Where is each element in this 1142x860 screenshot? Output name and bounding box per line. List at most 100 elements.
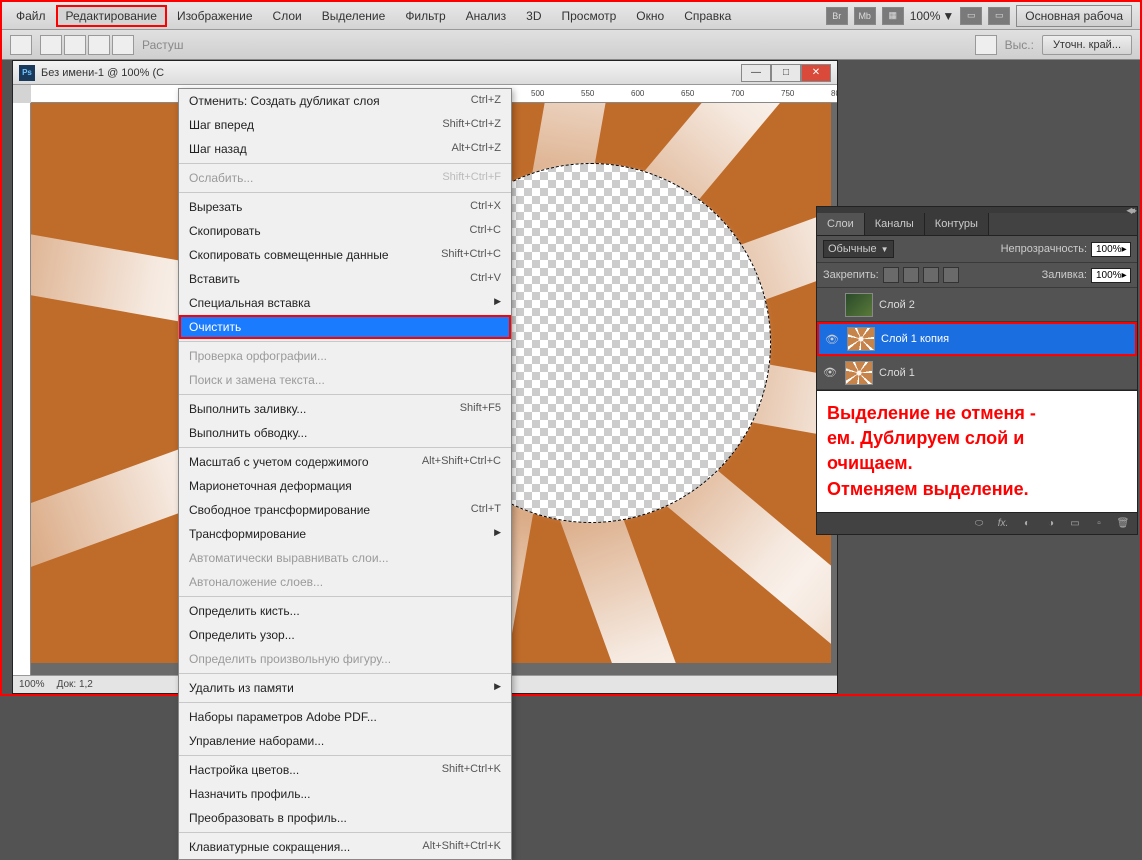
- ruler-vertical[interactable]: [13, 103, 31, 675]
- visibility-toggle[interactable]: 👁: [821, 364, 839, 382]
- menu-window[interactable]: Окно: [626, 5, 674, 27]
- fill-input[interactable]: 100%▸: [1091, 268, 1131, 283]
- layer-row[interactable]: 👁 Слой 1 копия: [817, 322, 1137, 356]
- menu-item[interactable]: Клавиатурные сокращения...Alt+Shift+Ctrl…: [179, 835, 511, 859]
- menu-item: Автоматически выравнивать слои...: [179, 546, 511, 570]
- document-titlebar[interactable]: Ps Без имени-1 @ 100% (С — □ ✕: [13, 61, 837, 85]
- tab-paths[interactable]: Контуры: [925, 213, 989, 235]
- menu-edit[interactable]: Редактирование: [56, 5, 167, 27]
- minimize-button[interactable]: —: [741, 64, 771, 82]
- document-title: Без имени-1 @ 100% (С: [41, 67, 164, 79]
- refine-edge-button[interactable]: Уточн. край...: [1042, 35, 1132, 55]
- menu-item[interactable]: Шаг впередShift+Ctrl+Z: [179, 113, 511, 137]
- lock-all-icon[interactable]: [943, 267, 959, 283]
- visibility-toggle[interactable]: 👁: [823, 330, 841, 348]
- menu-item[interactable]: СкопироватьCtrl+C: [179, 219, 511, 243]
- fill-label: Заливка:: [1042, 269, 1087, 281]
- menu-layers[interactable]: Слои: [263, 5, 312, 27]
- menu-3d[interactable]: 3D: [516, 5, 551, 27]
- menu-item[interactable]: Выполнить обводку...: [179, 421, 511, 445]
- menubar: Файл Редактирование Изображение Слои Выд…: [2, 2, 1140, 30]
- menu-item: Определить произвольную фигуру...: [179, 647, 511, 671]
- menu-help[interactable]: Справка: [674, 5, 741, 27]
- screen-mode-icon[interactable]: ▭: [960, 7, 982, 25]
- layers-panel: ◄◄ ▶ Слои Каналы Контуры Обычные▼ Непроз…: [816, 206, 1138, 535]
- delete-icon[interactable]: 🗑: [1115, 516, 1131, 530]
- menu-item[interactable]: ВырезатьCtrl+X: [179, 195, 511, 219]
- tab-channels[interactable]: Каналы: [865, 213, 925, 235]
- annotation-text: Выделение не отменя - ем. Дублируем слой…: [817, 390, 1137, 512]
- menu-select[interactable]: Выделение: [312, 5, 396, 27]
- group-icon[interactable]: ▭: [1067, 516, 1083, 530]
- marquee-int-icon[interactable]: [112, 35, 134, 55]
- menu-item[interactable]: Шаг назадAlt+Ctrl+Z: [179, 137, 511, 161]
- status-zoom[interactable]: 100%: [19, 679, 45, 690]
- grid-icon[interactable]: ▦: [882, 7, 904, 25]
- menu-item[interactable]: Определить кисть...: [179, 599, 511, 623]
- link-icon[interactable]: ⬭: [971, 516, 987, 530]
- maximize-button[interactable]: □: [771, 64, 801, 82]
- menu-item[interactable]: Трансформирование: [179, 522, 511, 546]
- menu-item[interactable]: Свободное трансформированиеCtrl+T: [179, 498, 511, 522]
- minibridge-icon[interactable]: Mb: [854, 7, 876, 25]
- menu-item[interactable]: Масштаб с учетом содержимогоAlt+Shift+Ct…: [179, 450, 511, 474]
- menu-file[interactable]: Файл: [6, 5, 56, 27]
- arrange-icon[interactable]: ▭: [988, 7, 1010, 25]
- menu-item[interactable]: Наборы параметров Adobe PDF...: [179, 705, 511, 729]
- menu-item[interactable]: Определить узор...: [179, 623, 511, 647]
- menu-item: Поиск и замена текста...: [179, 368, 511, 392]
- visibility-toggle[interactable]: [821, 296, 839, 314]
- zoom-level[interactable]: 100% ▼: [910, 9, 955, 23]
- menu-item[interactable]: Очистить: [179, 315, 511, 339]
- menu-item[interactable]: Удалить из памяти: [179, 676, 511, 700]
- tool-preset-icon[interactable]: [10, 35, 32, 55]
- style-icon[interactable]: [975, 35, 997, 55]
- bridge-icon[interactable]: Br: [826, 7, 848, 25]
- layer-row[interactable]: 👁 Слой 1: [817, 356, 1137, 390]
- menu-item[interactable]: Управление наборами...: [179, 729, 511, 753]
- lock-move-icon[interactable]: [923, 267, 939, 283]
- menu-item[interactable]: Преобразовать в профиль...: [179, 806, 511, 830]
- menu-item[interactable]: ВставитьCtrl+V: [179, 267, 511, 291]
- menu-analysis[interactable]: Анализ: [456, 5, 517, 27]
- layer-thumbnail[interactable]: [845, 361, 873, 385]
- new-layer-icon[interactable]: ▫: [1091, 516, 1107, 530]
- layer-name[interactable]: Слой 2: [879, 299, 915, 311]
- menu-item[interactable]: Выполнить заливку...Shift+F5: [179, 397, 511, 421]
- menu-item[interactable]: Скопировать совмещенные данныеShift+Ctrl…: [179, 243, 511, 267]
- blend-mode-select[interactable]: Обычные▼: [823, 240, 894, 258]
- mask-icon[interactable]: ◐: [1019, 516, 1035, 530]
- layer-name[interactable]: Слой 1 копия: [881, 333, 949, 345]
- marquee-rect-icon[interactable]: [40, 35, 62, 55]
- layer-row[interactable]: Слой 2: [817, 288, 1137, 322]
- edit-dropdown: Отменить: Создать дубликат слояCtrl+ZШаг…: [178, 88, 512, 860]
- menu-item[interactable]: Марионеточная деформация: [179, 474, 511, 498]
- lock-paint-icon[interactable]: [903, 267, 919, 283]
- close-button[interactable]: ✕: [801, 64, 831, 82]
- opacity-input[interactable]: 100%▸: [1091, 242, 1131, 257]
- status-doc[interactable]: Док: 1,2: [57, 679, 93, 690]
- lock-label: Закрепить:: [823, 269, 879, 281]
- menu-filter[interactable]: Фильтр: [395, 5, 455, 27]
- height-label: Выс.:: [1005, 38, 1034, 52]
- marquee-add-icon[interactable]: [64, 35, 86, 55]
- menu-item[interactable]: Назначить профиль...: [179, 782, 511, 806]
- menu-image[interactable]: Изображение: [167, 5, 263, 27]
- tab-layers[interactable]: Слои: [817, 213, 865, 235]
- menu-item: Автоналожение слоев...: [179, 570, 511, 594]
- layer-thumbnail[interactable]: [847, 327, 875, 351]
- menu-item[interactable]: Отменить: Создать дубликат слояCtrl+Z: [179, 89, 511, 113]
- menu-item[interactable]: Специальная вставка: [179, 291, 511, 315]
- adjustment-icon[interactable]: ◑: [1043, 516, 1059, 530]
- menu-view[interactable]: Просмотр: [551, 5, 626, 27]
- layer-thumbnail[interactable]: [845, 293, 873, 317]
- menu-item: Проверка орфографии...: [179, 344, 511, 368]
- marquee-sub-icon[interactable]: [88, 35, 110, 55]
- lock-transparent-icon[interactable]: [883, 267, 899, 283]
- layers-footer: ⬭ fx. ◐ ◑ ▭ ▫ 🗑: [817, 512, 1137, 534]
- layer-name[interactable]: Слой 1: [879, 367, 915, 379]
- workspace-button[interactable]: Основная рабоча: [1016, 5, 1132, 27]
- layers-list: Слой 2 👁 Слой 1 копия 👁 Слой 1: [817, 288, 1137, 390]
- menu-item[interactable]: Настройка цветов...Shift+Ctrl+K: [179, 758, 511, 782]
- fx-icon[interactable]: fx.: [995, 516, 1011, 530]
